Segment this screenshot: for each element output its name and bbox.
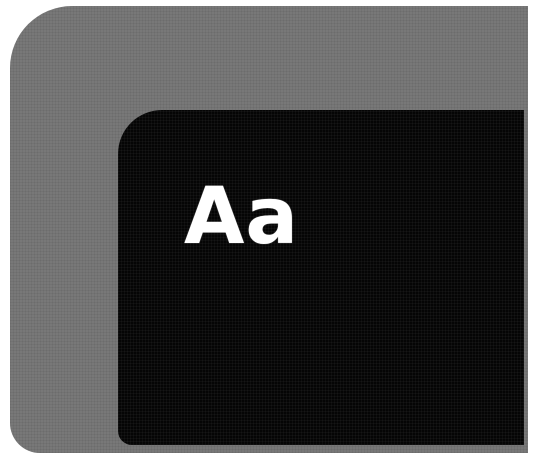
theme-preview: Aa [0,0,541,461]
inner-content-panel [118,110,524,445]
font-sample-text: Aa [184,172,300,262]
